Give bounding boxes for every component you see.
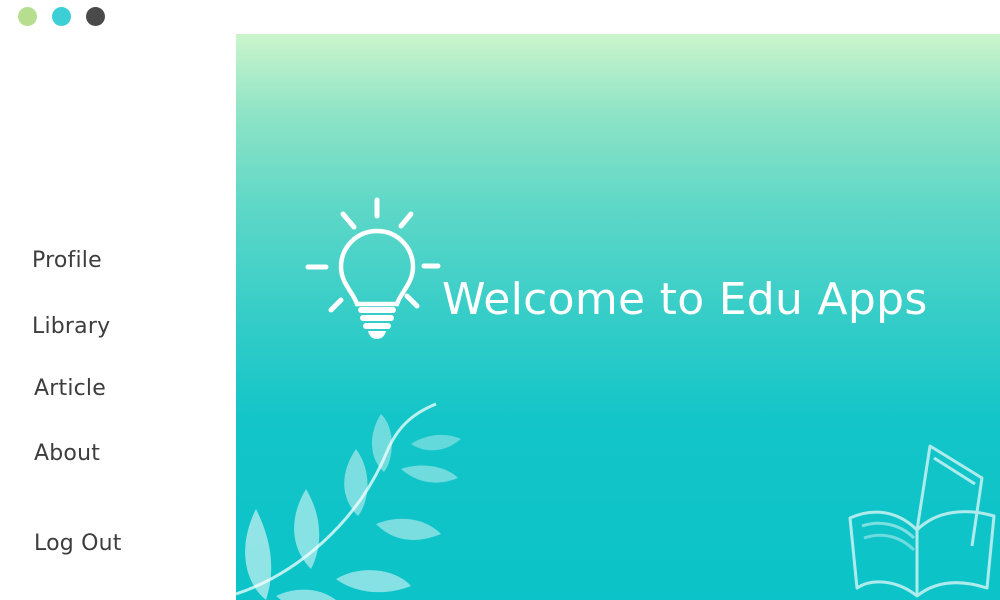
welcome-title: Welcome to Edu Apps	[442, 274, 928, 325]
maximize-button[interactable]	[52, 7, 71, 26]
leaves-decoration	[236, 402, 461, 600]
window-controls	[18, 7, 105, 26]
sidebar-item-profile[interactable]: Profile	[32, 248, 102, 273]
sidebar: Profile Library Article About Log Out	[0, 34, 236, 600]
welcome-panel: Welcome to Edu Apps	[236, 34, 1000, 600]
sidebar-item-about[interactable]: About	[34, 441, 100, 466]
sidebar-item-log-out[interactable]: Log Out	[34, 531, 122, 556]
app-window: Profile Library Article About Log Out We…	[0, 0, 1000, 600]
minimize-button[interactable]	[18, 7, 37, 26]
sidebar-item-library[interactable]: Library	[32, 314, 110, 339]
sidebar-item-article[interactable]: Article	[34, 376, 106, 401]
lightbulb-icon	[305, 197, 441, 339]
open-book-icon	[848, 444, 996, 598]
close-button[interactable]	[86, 7, 105, 26]
